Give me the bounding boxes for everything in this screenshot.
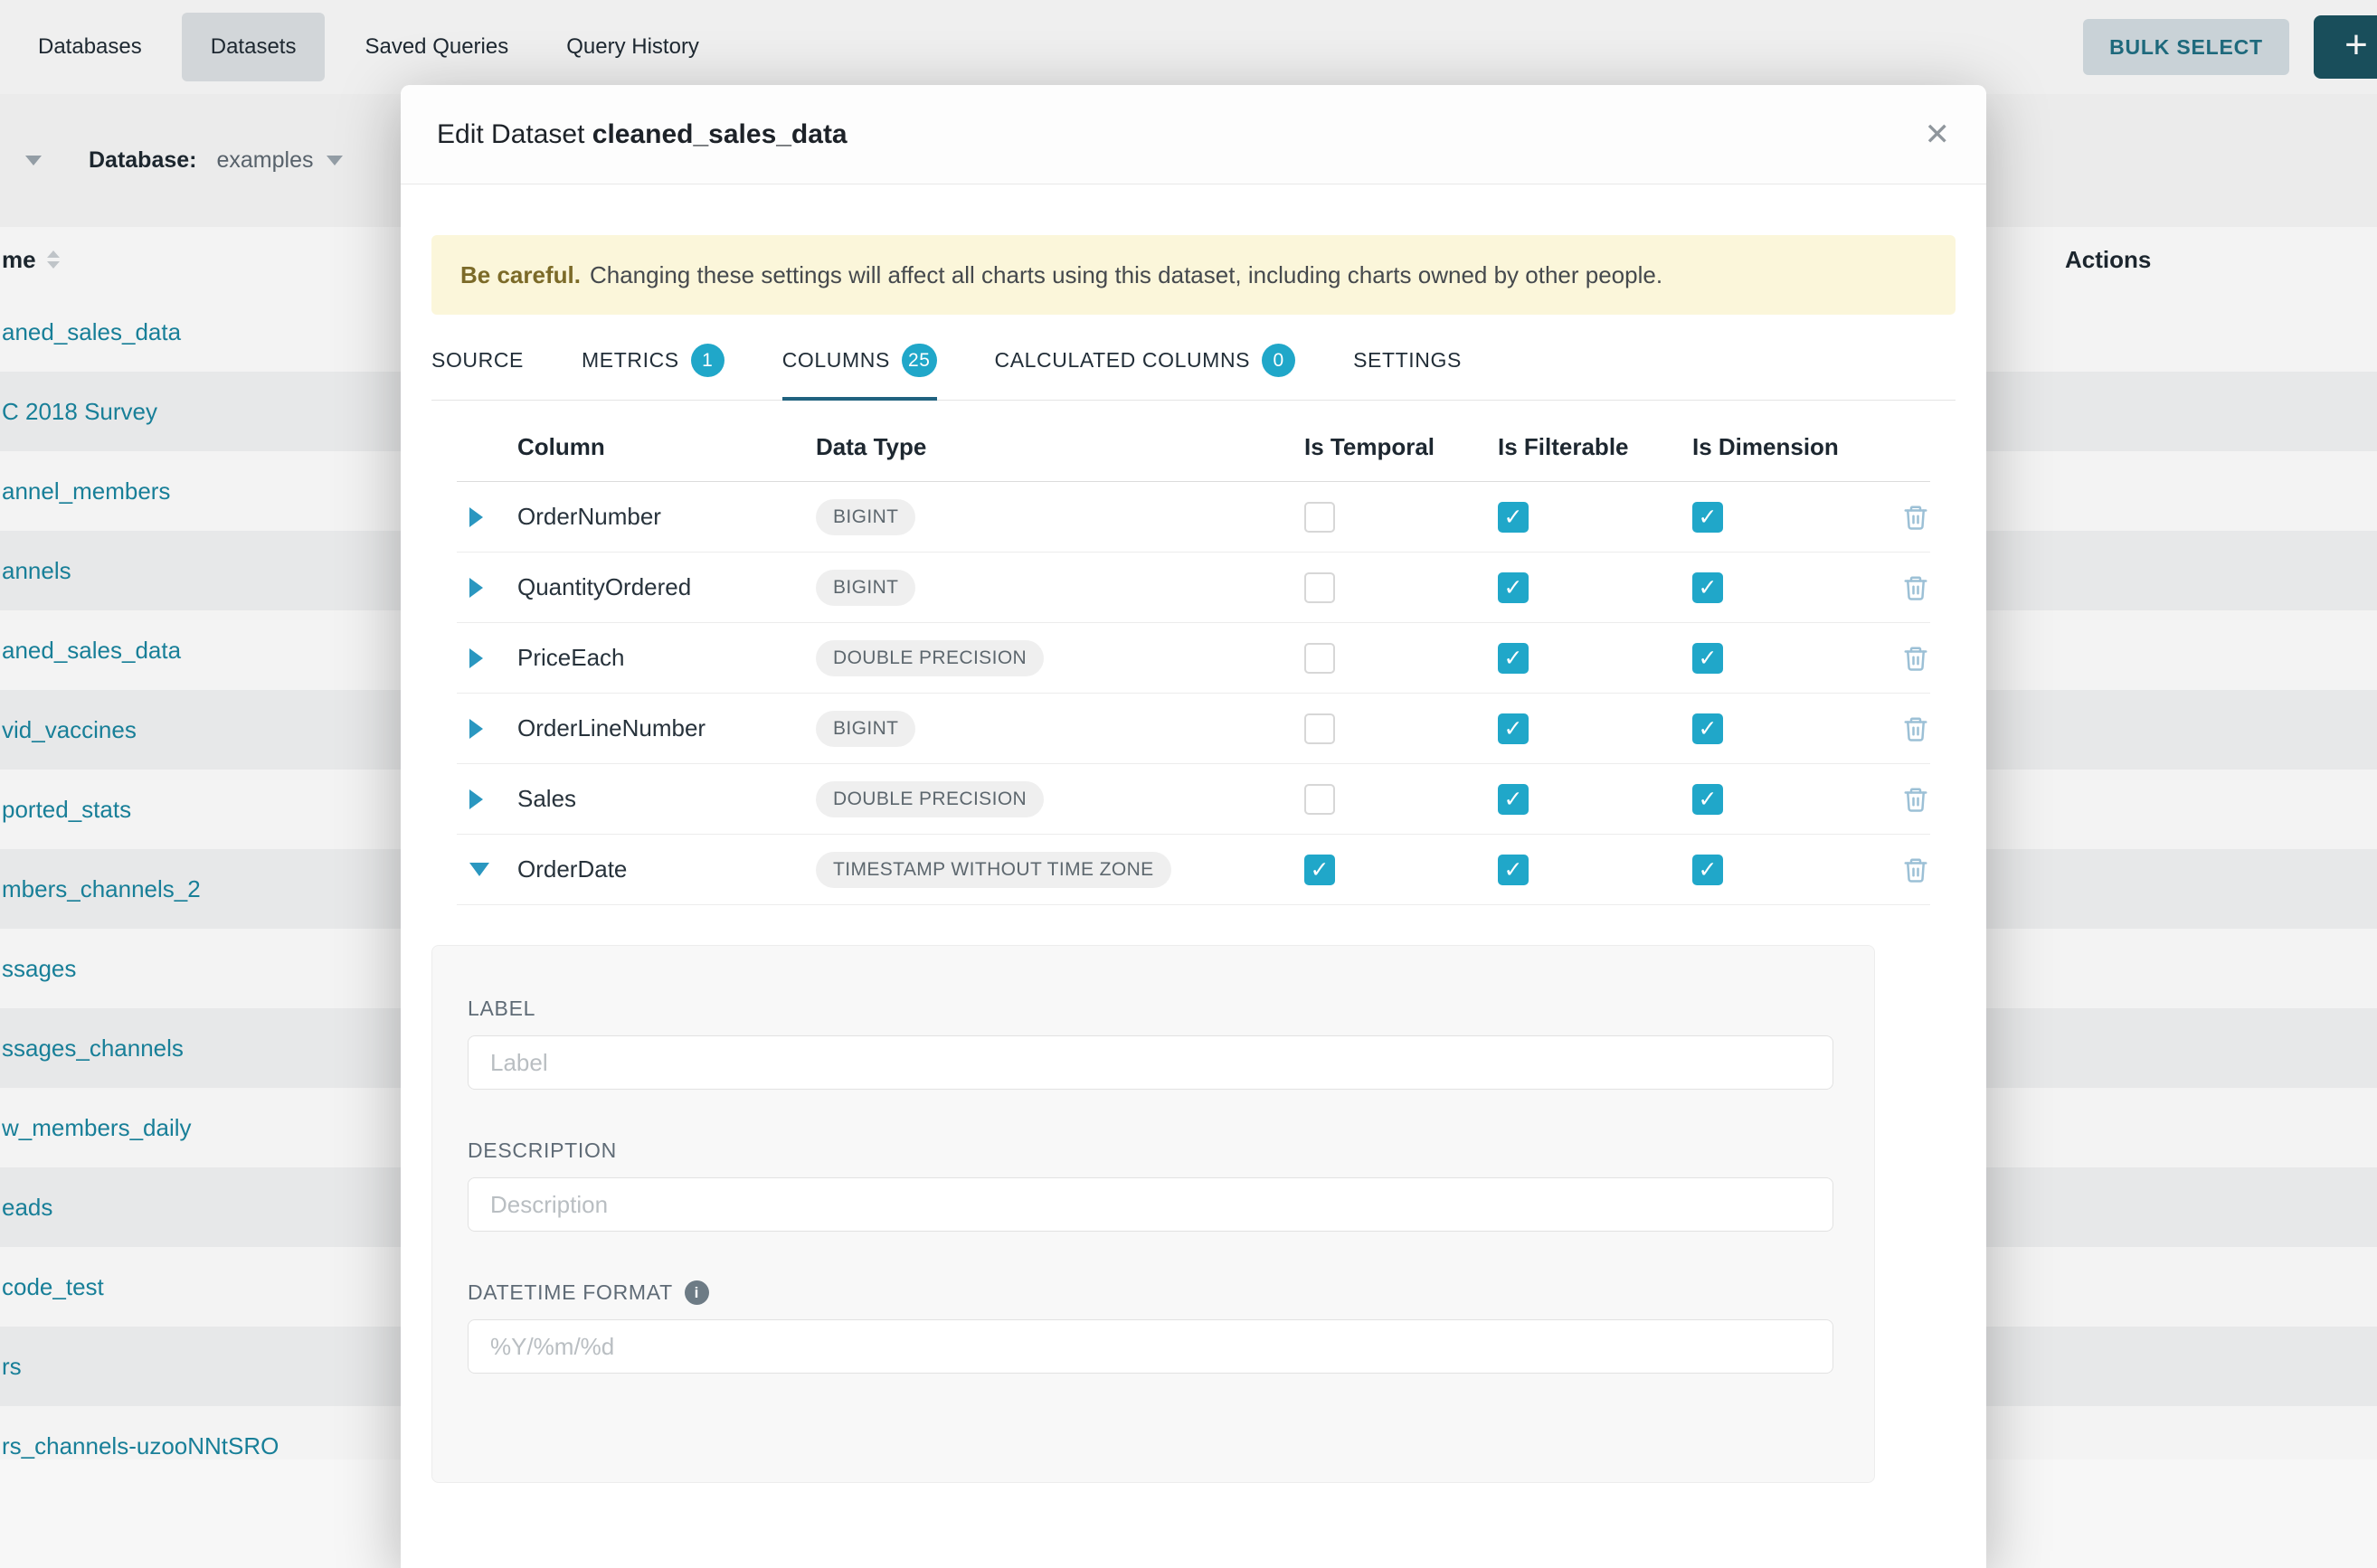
column-detail-panel: LABEL DESCRIPTION DATETIME FORMAT i [431,945,1875,1483]
trash-icon[interactable] [1902,644,1929,673]
tab-columns[interactable]: COLUMNS25 [782,344,937,401]
is-temporal-checkbox[interactable] [1304,572,1335,603]
info-icon: i [685,1280,709,1305]
data-type-pill: BIGINT [816,711,915,747]
datetime-format-input[interactable] [468,1319,1833,1374]
data-type-pill: TIMESTAMP WITHOUT TIME ZONE [816,852,1171,888]
column-row: PriceEachDOUBLE PRECISION [457,623,1930,694]
header-column: Column [517,433,816,461]
modal-title-prefix: Edit Dataset [437,119,584,149]
tab-settings[interactable]: SETTINGS [1353,344,1462,401]
expand-caret-icon[interactable] [457,578,517,598]
trash-icon[interactable] [1902,503,1929,532]
columns-table-body: OrderNumberBIGINTQuantityOrderedBIGINTPr… [457,482,1930,905]
column-name: OrderNumber [517,503,816,531]
warning-banner: Be careful. Changing these settings will… [431,235,1956,315]
header-data-type: Data Type [816,433,1304,461]
column-name: OrderLineNumber [517,714,816,742]
is-filterable-checkbox[interactable] [1498,643,1529,674]
trash-icon[interactable] [1902,714,1929,743]
is-dimension-checkbox[interactable] [1692,502,1723,533]
data-type-pill: DOUBLE PRECISION [816,640,1044,676]
modal-body: Be careful. Changing these settings will… [401,184,1986,1483]
description-input[interactable] [468,1177,1833,1232]
modal-tabs: SOURCE METRICS1 COLUMNS25 CALCULATED COLUMN… [431,344,1956,401]
columns-table-header: Column Data Type Is Temporal Is Filterab… [457,433,1930,482]
is-temporal-checkbox[interactable] [1304,713,1335,744]
trash-icon[interactable] [1902,855,1929,884]
label-input[interactable] [468,1035,1833,1090]
edit-dataset-modal: Edit Dataset cleaned_sales_data ✕ Be car… [401,85,1986,1568]
data-type-pill: BIGINT [816,499,915,535]
datetime-format-field-label: DATETIME FORMAT [468,1280,673,1305]
is-temporal-checkbox[interactable] [1304,784,1335,815]
is-filterable-checkbox[interactable] [1498,784,1529,815]
trash-icon[interactable] [1902,785,1929,814]
expand-caret-icon[interactable] [457,789,517,809]
is-dimension-checkbox[interactable] [1692,572,1723,603]
is-temporal-checkbox[interactable] [1304,502,1335,533]
close-icon[interactable]: ✕ [1925,119,1951,150]
tab-calculated-columns[interactable]: CALCULATED COLUMNS0 [995,344,1296,401]
column-row: SalesDOUBLE PRECISION [457,764,1930,835]
column-name: QuantityOrdered [517,573,816,601]
column-row: OrderNumberBIGINT [457,482,1930,553]
is-dimension-checkbox[interactable] [1692,784,1723,815]
trash-icon[interactable] [1902,573,1929,602]
is-filterable-checkbox[interactable] [1498,855,1529,885]
tab-badge: 25 [902,344,937,377]
expand-caret-icon[interactable] [457,719,517,739]
modal-header: Edit Dataset cleaned_sales_data ✕ [401,85,1986,184]
data-type-pill: DOUBLE PRECISION [816,781,1044,817]
is-temporal-checkbox[interactable] [1304,643,1335,674]
description-field-label: DESCRIPTION [468,1138,1833,1163]
header-is-filterable: Is Filterable [1498,433,1692,461]
description-field-group: DESCRIPTION [468,1138,1833,1232]
column-row: OrderLineNumberBIGINT [457,694,1930,764]
label-field-label: LABEL [468,997,1833,1021]
data-type-pill: BIGINT [816,570,915,606]
tab-badge: 0 [1262,344,1295,377]
column-name: OrderDate [517,855,816,883]
is-filterable-checkbox[interactable] [1498,713,1529,744]
column-row: OrderDateTIMESTAMP WITHOUT TIME ZONE [457,835,1930,905]
column-row: QuantityOrderedBIGINT [457,553,1930,623]
is-filterable-checkbox[interactable] [1498,502,1529,533]
collapse-caret-icon[interactable] [457,863,517,876]
tab-source[interactable]: SOURCE [431,344,524,401]
modal-title-dataset-name: cleaned_sales_data [592,119,848,149]
datetime-format-field-group: DATETIME FORMAT i [468,1280,1833,1374]
expand-caret-icon[interactable] [457,648,517,668]
is-dimension-checkbox[interactable] [1692,643,1723,674]
modal-title: Edit Dataset cleaned_sales_data [437,119,848,150]
warning-banner-text: Changing these settings will affect all … [590,261,1662,289]
header-is-temporal: Is Temporal [1304,433,1498,461]
warning-banner-bold: Be careful. [460,261,581,289]
header-is-dimension: Is Dimension [1692,433,1902,461]
columns-table: Column Data Type Is Temporal Is Filterab… [457,433,1930,905]
is-temporal-checkbox[interactable] [1304,855,1335,885]
expand-caret-icon[interactable] [457,507,517,527]
is-dimension-checkbox[interactable] [1692,855,1723,885]
column-name: PriceEach [517,644,816,672]
tab-badge: 1 [691,344,724,377]
column-name: Sales [517,785,816,813]
label-field-group: LABEL [468,997,1833,1090]
is-filterable-checkbox[interactable] [1498,572,1529,603]
tab-metrics[interactable]: METRICS1 [582,344,724,401]
is-dimension-checkbox[interactable] [1692,713,1723,744]
